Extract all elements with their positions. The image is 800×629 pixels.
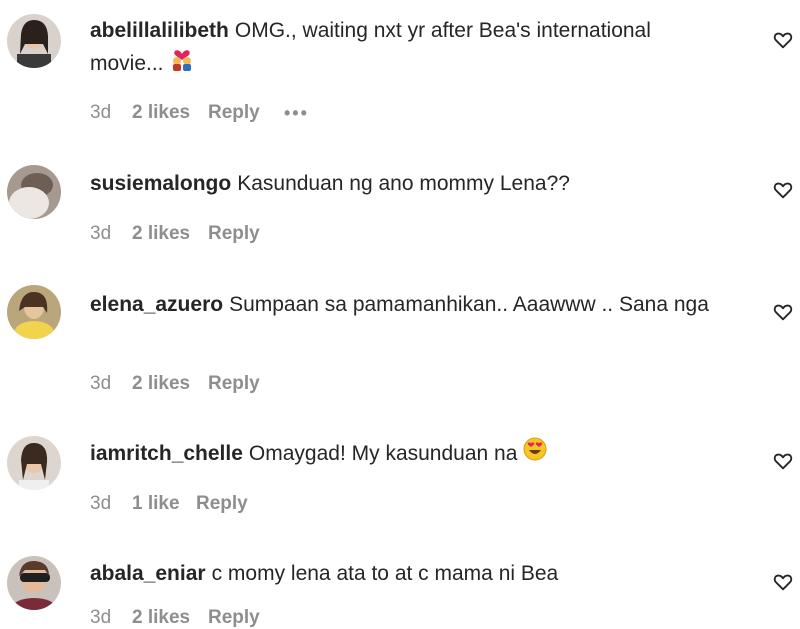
comment-time[interactable]: 3d	[90, 607, 132, 629]
reply-button[interactable]: Reply	[208, 223, 278, 245]
comment-time[interactable]: 3d	[90, 493, 132, 515]
reply-button[interactable]: Reply	[208, 102, 278, 124]
avatar[interactable]	[7, 165, 61, 219]
heart-outline-icon[interactable]	[772, 29, 794, 51]
heart-outline-icon[interactable]	[772, 571, 794, 593]
comment-body: Kasunduan ng ano mommy Lena??	[237, 172, 570, 195]
comment-meta: 3d 2 likes Reply	[90, 607, 278, 629]
likes-count[interactable]: 2 likes	[132, 373, 208, 395]
comment-time[interactable]: 3d	[90, 223, 132, 245]
reply-button[interactable]: Reply	[196, 493, 266, 515]
comment-text: elena_azuero Sumpaan sa pamamanhikan.. Aa…	[90, 288, 730, 321]
heart-outline-icon[interactable]	[772, 301, 794, 323]
comment-body: c momy lena ata to at c mama ni Bea	[211, 562, 559, 585]
likes-count[interactable]: 2 likes	[132, 223, 208, 245]
comment-meta: 3d 1 like Reply	[90, 493, 266, 515]
likes-count[interactable]: 2 likes	[132, 102, 208, 124]
more-options-icon[interactable]: •••	[284, 103, 309, 124]
comment-body: Omaygad! My kasunduan na	[248, 442, 518, 465]
likes-count[interactable]: 2 likes	[132, 607, 208, 629]
comment-meta: 3d 2 likes Reply	[90, 373, 278, 395]
comment-text: susiemalongo Kasunduan ng ano mommy Lena?…	[90, 167, 730, 200]
comment-body: Sumpaan sa pamamanhikan.. Aaawww .. Sana…	[229, 293, 709, 316]
comment-meta: 3d 2 likes Reply •••	[90, 102, 309, 124]
comment-text: abelillalilibeth OMG., waiting nxt yr aft…	[90, 14, 730, 81]
couple-heart-emoji-icon	[169, 47, 195, 81]
heart-outline-icon[interactable]	[772, 179, 794, 201]
likes-count[interactable]: 1 like	[132, 493, 196, 515]
comment-username[interactable]: abelillalilibeth	[90, 19, 229, 42]
avatar[interactable]	[7, 14, 61, 68]
comment-text: abala_eniar c momy lena ata to at c mama …	[90, 557, 730, 590]
comment-time[interactable]: 3d	[90, 373, 132, 395]
reply-button[interactable]: Reply	[208, 373, 278, 395]
comment-username[interactable]: elena_azuero	[90, 293, 223, 316]
comment-username[interactable]: susiemalongo	[90, 172, 231, 195]
reply-button[interactable]: Reply	[208, 607, 278, 629]
comment-username[interactable]: abala_eniar	[90, 562, 206, 585]
comment-text: iamritch_chelle Omaygad! My kasunduan na	[90, 437, 730, 471]
comment-time[interactable]: 3d	[90, 102, 132, 124]
avatar[interactable]	[7, 285, 61, 339]
heart-eyes-emoji-icon	[523, 437, 547, 471]
comment-meta: 3d 2 likes Reply	[90, 223, 278, 245]
avatar[interactable]	[7, 556, 61, 610]
avatar[interactable]	[7, 436, 61, 490]
comment-username[interactable]: iamritch_chelle	[90, 442, 243, 465]
heart-outline-icon[interactable]	[772, 450, 794, 472]
